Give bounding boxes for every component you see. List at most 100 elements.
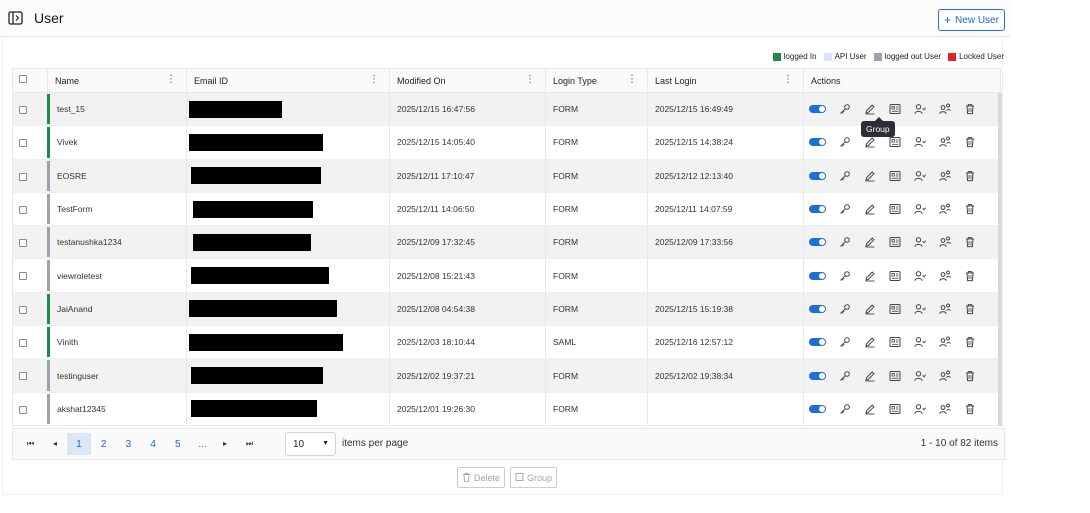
user-check-icon[interactable] [911,169,928,183]
group-icon[interactable] [886,402,903,416]
delete-icon[interactable] [961,235,978,249]
page-number[interactable]: 5 [166,433,190,455]
row-checkbox[interactable] [19,205,27,214]
user-check-icon[interactable] [911,269,928,283]
key-icon[interactable] [836,135,853,149]
key-icon[interactable] [836,202,853,216]
edit-icon[interactable] [861,269,878,283]
sidebar-toggle-icon[interactable] [8,11,23,25]
group-button[interactable]: Group [510,467,558,488]
page-number[interactable]: 4 [141,433,165,455]
delete-icon[interactable] [961,135,978,149]
header-last-login[interactable]: Last Login ⋮ [648,69,804,92]
page-number[interactable]: 2 [92,433,116,455]
active-toggle[interactable] [809,205,826,214]
key-icon[interactable] [836,169,853,183]
active-toggle[interactable] [809,238,826,247]
row-checkbox[interactable] [19,372,27,381]
table-row[interactable]: TestForm 2025/12/11 14:06:50 FORM 2025/12/1… [12,192,1001,227]
users-role-icon[interactable] [936,135,953,149]
row-checkbox[interactable] [19,339,27,348]
user-check-icon[interactable] [911,302,928,316]
active-toggle[interactable] [809,304,826,313]
page-ellipsis[interactable]: ... [191,433,215,455]
table-row[interactable]: JaiAnand 2025/12/08 04:54:38 FORM 2025/12/1… [12,292,1001,327]
table-row[interactable]: Vinith 2025/12/03 18:10:44 SAML 2025/12/16 … [12,326,1001,360]
users-role-icon[interactable] [936,369,953,383]
delete-icon[interactable] [961,402,978,416]
delete-icon[interactable] [961,369,978,383]
row-checkbox[interactable] [19,239,27,248]
vertical-scrollbar[interactable] [998,93,1002,426]
header-modified[interactable]: Modified On ⋮ [390,69,546,92]
page-number[interactable]: 3 [116,433,140,455]
active-toggle[interactable] [809,271,826,280]
row-checkbox[interactable] [19,139,27,148]
edit-icon[interactable] [861,235,878,249]
column-menu-icon[interactable]: ⋮ [525,74,535,85]
edit-icon[interactable] [861,402,878,416]
row-checkbox[interactable] [19,305,27,314]
key-icon[interactable] [836,102,853,116]
page-number[interactable]: 1 [67,433,91,455]
row-checkbox[interactable] [19,172,27,181]
delete-icon[interactable] [961,302,978,316]
key-icon[interactable] [836,369,853,383]
users-role-icon[interactable] [936,302,953,316]
active-toggle[interactable] [809,105,826,114]
active-toggle[interactable] [809,404,826,413]
prev-page-icon[interactable]: ◂ [53,439,57,448]
delete-icon[interactable] [961,202,978,216]
last-page-icon[interactable]: ⏭ [246,439,253,449]
users-role-icon[interactable] [936,102,953,116]
key-icon[interactable] [836,235,853,249]
users-role-icon[interactable] [936,202,953,216]
select-all-checkbox[interactable] [19,75,27,83]
delete-icon[interactable] [961,269,978,283]
row-checkbox[interactable] [19,106,27,114]
group-icon[interactable] [886,335,903,349]
active-toggle[interactable] [809,338,826,347]
users-role-icon[interactable] [936,169,953,183]
users-role-icon[interactable] [936,335,953,349]
key-icon[interactable] [836,402,853,416]
group-icon[interactable] [886,202,903,216]
users-role-icon[interactable] [936,235,953,249]
group-icon[interactable] [886,302,903,316]
group-icon[interactable] [886,235,903,249]
table-row[interactable]: Vivek 2025/12/15 14:05:40 FORM 2025/12/15 1… [12,126,1001,160]
user-check-icon[interactable] [911,202,928,216]
edit-icon[interactable] [861,302,878,316]
table-row[interactable]: EOSRE 2025/12/11 17:10:47 FORM 2025/12/12 1… [12,159,1001,193]
active-toggle[interactable] [809,171,826,180]
first-page-icon[interactable]: ⏮ [27,439,34,449]
page-size-select[interactable]: 10 ▼ [285,432,336,456]
group-icon[interactable] [886,169,903,183]
delete-button[interactable]: Delete [457,467,506,488]
user-check-icon[interactable] [911,402,928,416]
user-check-icon[interactable] [911,235,928,249]
key-icon[interactable] [836,335,853,349]
edit-icon[interactable] [861,335,878,349]
row-checkbox[interactable] [19,272,27,281]
edit-icon[interactable] [861,102,878,116]
column-menu-icon[interactable]: ⋮ [369,74,379,85]
header-name[interactable]: Name ⋮ [48,69,187,92]
group-icon[interactable] [886,135,903,149]
table-row[interactable]: viewroletest 2025/12/08 15:21:43 FORM [12,259,1001,293]
column-menu-icon[interactable]: ⋮ [783,74,793,85]
user-check-icon[interactable] [911,102,928,116]
header-email[interactable]: Email ID ⋮ [187,69,390,92]
edit-icon[interactable] [861,169,878,183]
column-menu-icon[interactable]: ⋮ [166,74,176,85]
table-row[interactable]: testinguser 2025/12/02 19:37:21 FORM 2025/1… [12,359,1001,393]
active-toggle[interactable] [809,138,826,147]
table-row[interactable]: testanushka1234 2025/12/09 17:32:45 FORM 20… [12,226,1001,260]
users-role-icon[interactable] [936,269,953,283]
active-toggle[interactable] [809,371,826,380]
column-menu-icon[interactable]: ⋮ [627,74,637,85]
header-login-type[interactable]: Login Type ⋮ [546,69,648,92]
group-icon[interactable] [886,269,903,283]
user-check-icon[interactable] [911,369,928,383]
next-page-icon[interactable]: ▸ [223,439,227,448]
